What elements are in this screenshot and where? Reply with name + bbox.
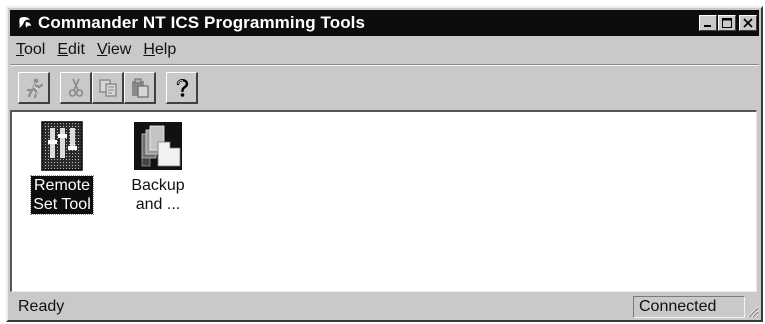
cut-icon <box>68 78 83 97</box>
window-title: Commander NT ICS Programming Tools <box>38 13 366 32</box>
list-item-label: Backup and ... <box>131 177 185 213</box>
toolbar-divider <box>10 64 759 66</box>
paste-button[interactable] <box>124 72 156 104</box>
minimize-button[interactable] <box>699 15 717 31</box>
list-item-label: Remote Set Tool <box>30 175 94 215</box>
copy-button[interactable] <box>92 72 124 104</box>
maximize-icon <box>722 18 732 28</box>
menu-view[interactable]: View <box>92 41 136 59</box>
maximize-button[interactable] <box>718 15 736 31</box>
connection-status: Connected <box>633 296 745 318</box>
title-bar[interactable]: Commander NT ICS Programming Tools <box>10 10 759 36</box>
menu-bar: Tool Edit View Help <box>10 38 759 62</box>
menu-tool[interactable]: Tool <box>10 41 50 59</box>
run-icon <box>26 78 43 98</box>
copy-icon <box>98 78 117 97</box>
minimize-icon <box>704 25 711 27</box>
app-window: Commander NT ICS Programming Tools Tool … <box>6 6 763 322</box>
list-item-remote-set-tool[interactable]: Remote Set Tool <box>26 120 98 215</box>
backup-icon <box>134 122 182 170</box>
tool-list-view[interactable]: Remote Set Tool Backup and ... <box>10 110 757 292</box>
resize-grip-icon[interactable] <box>745 304 759 318</box>
remote-set-tool-icon <box>41 121 83 171</box>
close-button[interactable] <box>739 15 757 31</box>
app-icon[interactable] <box>14 12 36 34</box>
cut-button[interactable] <box>60 72 92 104</box>
help-button[interactable] <box>166 72 198 104</box>
window-controls <box>699 15 757 31</box>
toolbar <box>18 70 198 106</box>
help-icon <box>176 78 188 97</box>
status-bar: Ready Connected <box>10 296 759 318</box>
menu-help[interactable]: Help <box>138 41 181 59</box>
paste-icon <box>131 78 149 98</box>
list-item-backup[interactable]: Backup and ... <box>122 120 194 214</box>
status-text: Ready <box>18 298 65 315</box>
run-button[interactable] <box>18 72 50 104</box>
close-icon <box>743 18 753 28</box>
menu-edit[interactable]: Edit <box>52 41 90 59</box>
